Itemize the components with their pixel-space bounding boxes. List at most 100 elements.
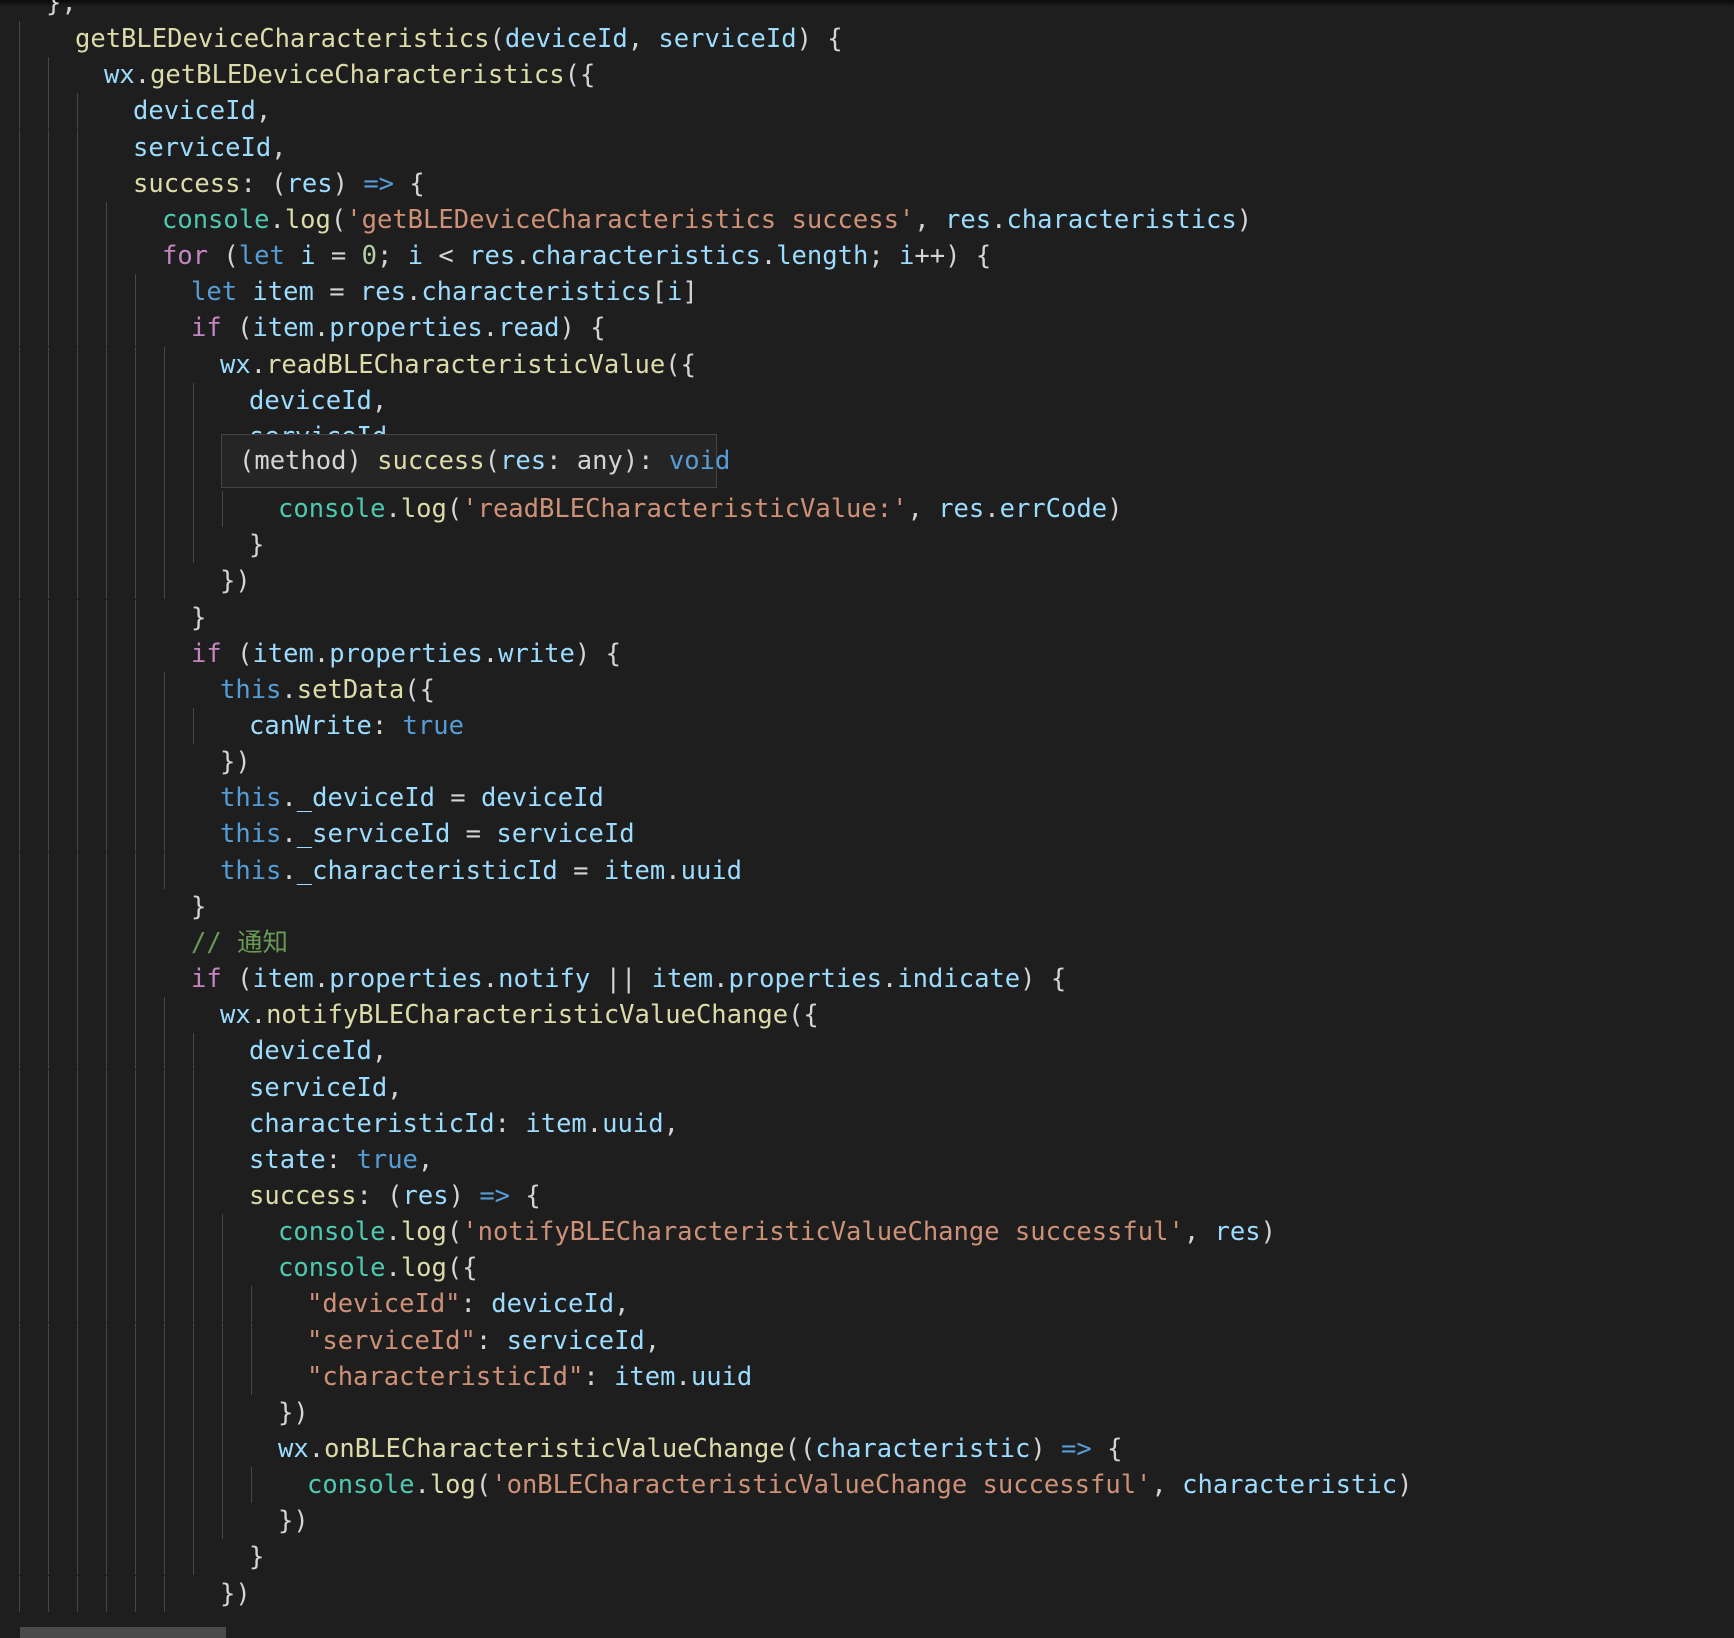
code-line[interactable]: }) (0, 1575, 1734, 1612)
code-token: ( (330, 204, 347, 235)
code-line[interactable]: } (0, 599, 1734, 636)
code-editor[interactable]: }, getBLEDeviceCharacteristics(deviceId, … (0, 0, 1734, 1638)
code-line[interactable]: } (0, 1539, 1734, 1576)
code-line[interactable]: wx.onBLECharacteristicValueChange((chara… (0, 1431, 1734, 1467)
code-token: deviceId (491, 1289, 615, 1320)
code-line[interactable]: let item = res.characteristics[i] (0, 274, 1734, 311)
code-line[interactable]: this.setData({ (0, 671, 1734, 708)
code-line[interactable]: console.log('onBLECharacteristicValueCha… (0, 1467, 1734, 1504)
code-area[interactable]: }, getBLEDeviceCharacteristics(deviceId, … (0, 0, 1734, 1638)
code-token: item (525, 1108, 587, 1139)
code-line[interactable]: wx.notifyBLECharacteristicValueChange({ (0, 997, 1734, 1034)
indent-guide (48, 1431, 49, 1467)
code-line[interactable]: canWrite: true (0, 708, 1734, 744)
indent-guide (77, 599, 78, 636)
code-line[interactable]: this._characteristicId = item.uuid (0, 852, 1734, 889)
indent-guide (164, 1214, 165, 1251)
indent-guide (19, 816, 20, 853)
code-line[interactable]: console.log('notifyBLECharacteristicValu… (0, 1214, 1734, 1251)
code-token: : (371, 711, 403, 741)
indent-guide (135, 961, 136, 998)
code-line[interactable]: }, (0, 0, 1734, 21)
indent-guide (48, 1358, 49, 1395)
indent-guide (77, 1105, 78, 1142)
code-line[interactable]: characteristicId: item.uuid, (0, 1105, 1734, 1142)
code-line-text: if (item.properties.notify || item.prope… (191, 961, 1066, 997)
code-line[interactable]: }) (0, 744, 1734, 781)
code-line[interactable]: this._serviceId = serviceId (0, 816, 1734, 853)
code-line[interactable]: if (item.properties.notify || item.prope… (0, 961, 1734, 998)
code-line[interactable]: console.log({ (0, 1250, 1734, 1287)
indent-guide (48, 599, 49, 636)
indent-guide (106, 563, 107, 600)
code-line[interactable]: }) (0, 563, 1734, 600)
code-line[interactable]: "serviceId": serviceId, (0, 1322, 1734, 1359)
code-token: readBLECharacteristicValue (266, 349, 666, 380)
indent-guide (19, 238, 20, 275)
code-line[interactable]: wx.getBLEDeviceCharacteristics({ (0, 57, 1734, 94)
code-line[interactable]: for (let i = 0; i < res.characteristics.… (0, 238, 1734, 275)
code-line[interactable]: this._deviceId = deviceId (0, 780, 1734, 817)
indent-guide (77, 563, 78, 600)
code-line[interactable]: "characteristicId": item.uuid (0, 1358, 1734, 1395)
code-token: characteristic (1182, 1470, 1398, 1501)
code-line[interactable]: "deviceId": deviceId, (0, 1286, 1734, 1323)
indent-guide (135, 635, 136, 672)
code-line[interactable]: if (item.properties.read) { (0, 310, 1734, 347)
code-line[interactable]: serviceId, (0, 1069, 1734, 1106)
code-line[interactable]: serviceId, (0, 129, 1734, 166)
indent-guide (222, 1467, 223, 1504)
code-token: item (252, 638, 314, 669)
code-line[interactable]: getBLEDeviceCharacteristics(deviceId, se… (0, 21, 1734, 58)
code-token: wx (220, 349, 251, 380)
code-line-text: deviceId, (133, 93, 271, 129)
indent-guide (48, 1539, 49, 1576)
code-token: ) (1107, 494, 1123, 525)
indent-guide (164, 708, 165, 744)
code-line-text: serviceId, (249, 1070, 403, 1106)
indent-guide (164, 1033, 165, 1070)
code-line[interactable]: success: (res) => { (0, 1177, 1734, 1214)
code-token: . (482, 638, 499, 669)
code-line[interactable]: state: true, (0, 1141, 1734, 1178)
indent-guide (19, 1467, 20, 1504)
code-line[interactable]: } (0, 527, 1734, 564)
code-line[interactable]: } (0, 888, 1734, 925)
indent-guide (19, 924, 20, 961)
code-token: serviceId (658, 24, 797, 55)
code-line[interactable]: deviceId, (0, 93, 1734, 130)
indent-guide (164, 671, 165, 708)
code-token: deviceId (133, 96, 256, 127)
code-token: indicate (897, 964, 1021, 995)
indent-guide (106, 454, 107, 491)
code-token: log (400, 494, 447, 525)
code-line[interactable]: // 通知 (0, 924, 1734, 961)
code-line[interactable]: wx.readBLECharacteristicValue({ (0, 346, 1734, 383)
code-line[interactable]: deviceId, (0, 382, 1734, 419)
indent-guide (48, 1503, 49, 1540)
code-token: serviceId (249, 1072, 388, 1103)
code-token: if (191, 313, 222, 344)
indent-guide (77, 924, 78, 961)
code-token: ) (1030, 1434, 1062, 1464)
code-line[interactable]: success: (res) => { (0, 165, 1734, 202)
indent-guide (77, 1431, 78, 1467)
indent-guide (193, 1358, 194, 1395)
horizontal-scrollbar[interactable] (20, 1627, 226, 1638)
code-token: , (371, 385, 388, 416)
code-line[interactable]: }) (0, 1394, 1734, 1431)
code-line[interactable]: if (item.properties.write) { (0, 635, 1734, 672)
indent-guide (164, 1575, 165, 1612)
code-token: ({ (564, 60, 596, 91)
code-line[interactable]: }) (0, 1503, 1734, 1540)
code-line[interactable]: console.log('readBLECharacteristicValue:… (0, 491, 1734, 528)
code-token: }, (46, 0, 77, 18)
code-token: } (249, 530, 265, 561)
code-token: , (387, 1072, 403, 1103)
code-token: deviceId (481, 783, 604, 814)
code-line[interactable]: deviceId, (0, 1033, 1734, 1070)
indent-guide (106, 310, 107, 347)
code-line-text: }) (278, 1503, 309, 1539)
code-line[interactable]: console.log('getBLEDeviceCharacteristics… (0, 201, 1734, 238)
